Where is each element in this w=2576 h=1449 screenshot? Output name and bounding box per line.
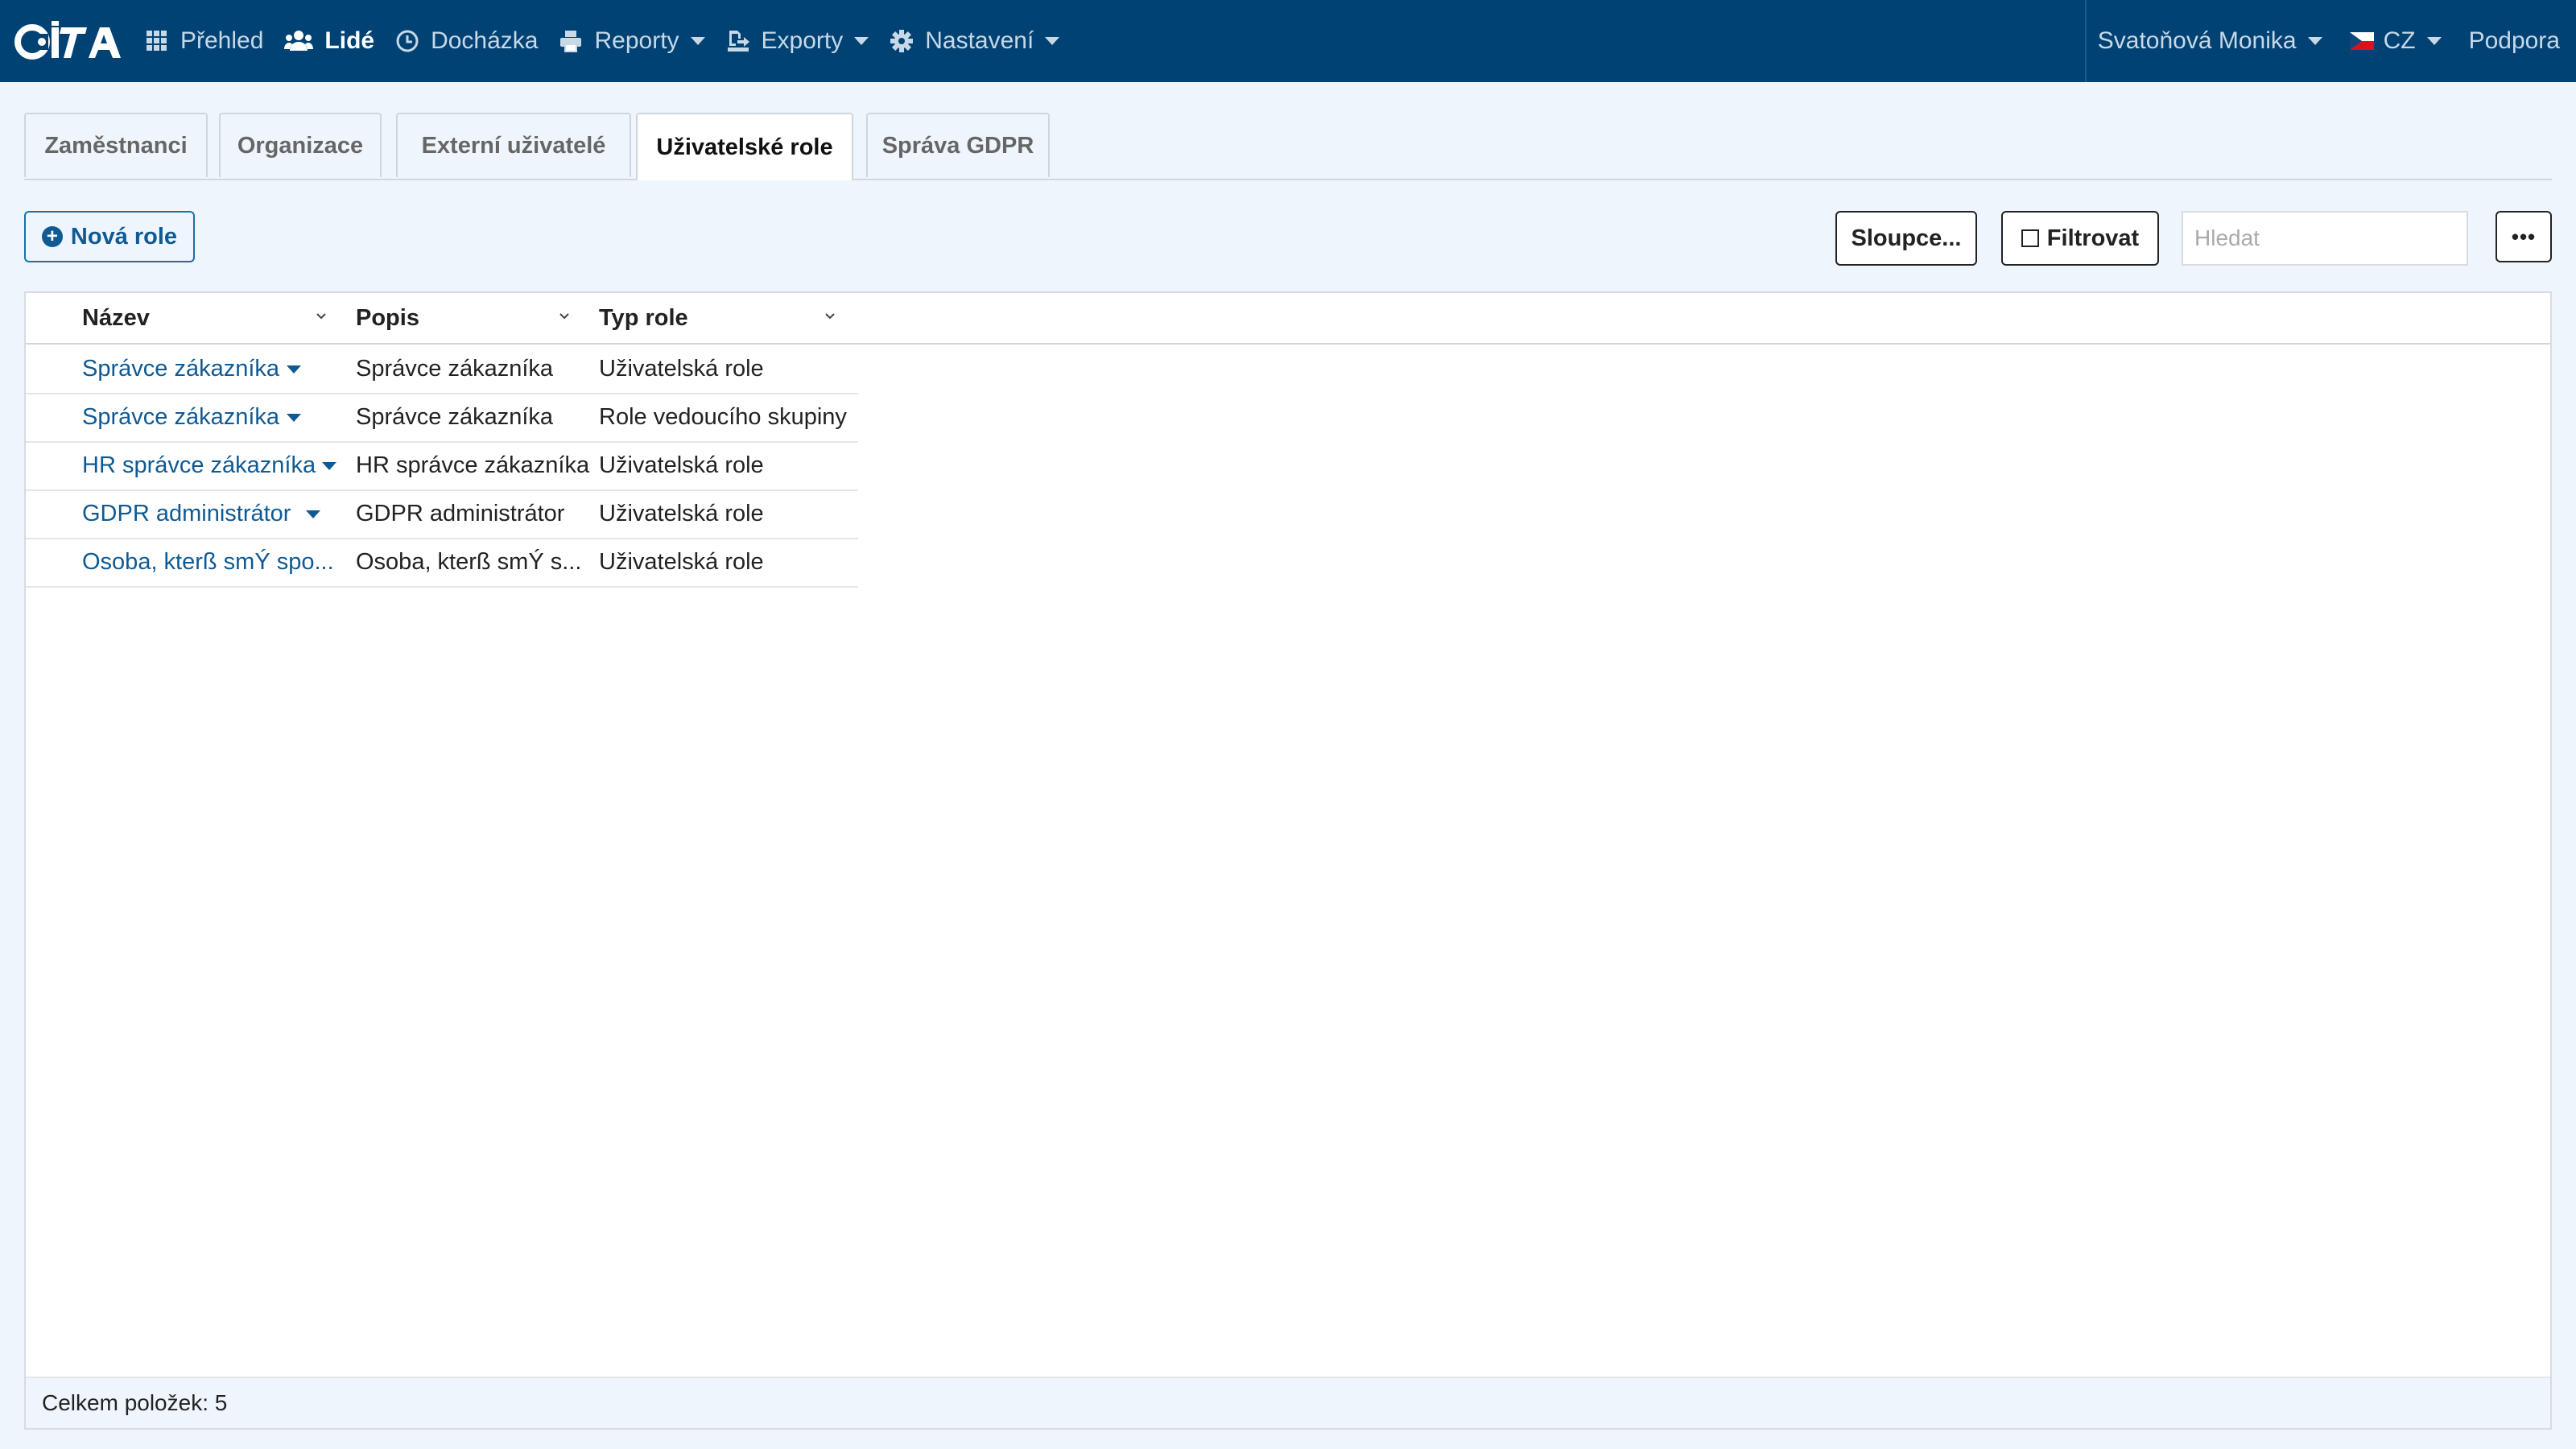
column-label: Název [82, 304, 150, 331]
checkbox-icon [2021, 229, 2039, 247]
column-header-popis[interactable]: Popis [356, 293, 419, 343]
nav-item-reporty[interactable]: Reporty [559, 27, 705, 55]
nav-label: Docházka [431, 27, 539, 54]
role-description: GDPR administrátor [356, 501, 565, 526]
new-role-label: Nová role [70, 223, 178, 250]
role-name-link[interactable]: Správce zákazníka [82, 345, 308, 393]
clock-icon [396, 30, 419, 52]
table-header: Název Popis Typ role [26, 293, 2550, 345]
role-description: Osoba, kterß smÝ s... [356, 549, 582, 575]
nav-label: Lidé [324, 27, 375, 54]
columns-label: Sloupce... [1851, 225, 1962, 251]
caret-down-icon[interactable] [287, 414, 301, 422]
navbar-right: Svatoňová Monika CZ Podpora [2084, 0, 2576, 82]
new-role-button[interactable]: + Nová role [24, 211, 195, 262]
more-options-button[interactable]: ••• [2496, 211, 2552, 262]
table-row[interactable]: HR správce zákazníka HR správce zákazník… [26, 441, 858, 491]
tab-label: Uživatelské role [656, 134, 833, 160]
role-type: Uživatelská role [599, 452, 764, 478]
printer-icon [560, 31, 582, 52]
table-row[interactable]: Správce zákazníka Správce zákazníka Role… [26, 393, 858, 443]
role-type: Uživatelská role [599, 501, 764, 526]
users-icon [284, 31, 314, 51]
language-menu[interactable]: CZ [2349, 27, 2442, 55]
grid-icon [147, 31, 167, 51]
user-name: Svatoňová Monika [2097, 27, 2297, 54]
caret-down-icon[interactable] [322, 462, 336, 470]
export-icon [727, 31, 749, 52]
language-label: CZ [2383, 27, 2416, 54]
role-name-link[interactable]: Správce zákazníka [82, 393, 308, 441]
role-description: Správce zákazníka [356, 356, 554, 382]
columns-button[interactable]: Sloupce... [1835, 211, 1977, 266]
caret-down-icon[interactable] [306, 510, 320, 518]
chevron-down-icon [854, 37, 869, 45]
chevron-down-icon[interactable] [559, 311, 570, 322]
filter-button[interactable]: Filtrovat [2001, 211, 2159, 266]
tab-uzivatelske-role[interactable]: Uživatelské role [636, 113, 853, 180]
user-menu[interactable]: Svatoňová Monika [2098, 27, 2322, 55]
people-tabs: Zaměstnanci Organizace Externí uživatelé… [24, 113, 2552, 180]
role-name-link[interactable]: GDPR administrátor [82, 489, 316, 538]
tab-zamestnanci[interactable]: Zaměstnanci [24, 113, 208, 177]
table-row[interactable]: Osoba, kterß smÝ spo... Osoba, kterß smÝ… [26, 538, 858, 588]
tab-label: Externí uživatelé [421, 132, 606, 159]
role-type: Uživatelská role [599, 356, 764, 382]
nav-label: Přehled [180, 27, 264, 54]
ellipsis-icon: ••• [2511, 224, 2537, 249]
nav-label: Reporty [594, 27, 679, 54]
table-row[interactable]: Správce zákazníka Správce zákazníka Uživ… [26, 345, 858, 394]
tab-label: Správa GDPR [881, 132, 1034, 159]
column-label: Typ role [599, 304, 688, 331]
top-navbar: Přehled Lidé Docházka Reporty Exporty Na… [0, 0, 2576, 82]
role-description: HR správce zákazníka [356, 452, 590, 478]
column-label: Popis [356, 304, 419, 331]
chevron-down-icon[interactable] [316, 311, 327, 322]
support-link[interactable]: Podpora [2469, 27, 2560, 55]
roles-table: Název Popis Typ role Správce zákazníka S… [24, 291, 2552, 1430]
role-name-link[interactable]: HR správce zákazníka [82, 441, 324, 489]
search-input[interactable] [2182, 211, 2468, 266]
nav-item-lide[interactable]: Lidé [284, 27, 374, 55]
filter-label: Filtrovat [2046, 225, 2140, 251]
tab-label: Organizace [237, 132, 364, 159]
chevron-down-icon [2426, 37, 2442, 45]
chevron-down-icon [690, 37, 705, 45]
nav-item-prehled[interactable]: Přehled [145, 27, 263, 55]
chevron-down-icon [1045, 37, 1060, 45]
role-description: Správce zákazníka [356, 404, 554, 430]
chevron-down-icon [2307, 37, 2322, 45]
nav-item-nastaveni[interactable]: Nastavení [890, 27, 1060, 55]
plus-circle-icon: + [41, 226, 63, 247]
nav-item-dochazka[interactable]: Docházka [395, 27, 538, 55]
support-label: Podpora [2468, 27, 2560, 54]
role-type: Role vedoucího skupiny [599, 404, 847, 430]
column-header-nazev[interactable]: Název [82, 293, 150, 343]
role-name-link[interactable]: Osoba, kterß smÝ spo... [82, 538, 356, 586]
table-footer: Celkem položek: 5 [26, 1377, 2550, 1428]
chevron-down-icon[interactable] [824, 311, 836, 322]
role-type: Uživatelská role [599, 549, 764, 575]
czech-flag-icon [2349, 32, 2374, 50]
nav-label: Nastavení [925, 27, 1034, 54]
tab-sprava-gdpr[interactable]: Správa GDPR [866, 113, 1050, 177]
column-header-typ-role[interactable]: Typ role [599, 293, 688, 343]
tab-externi-uzivatele[interactable]: Externí uživatelé [396, 113, 631, 177]
table-row[interactable]: GDPR administrátor GDPR administrátor Už… [26, 489, 858, 539]
nav-item-exporty[interactable]: Exporty [726, 27, 869, 55]
cita-logo[interactable] [14, 21, 122, 63]
total-items-count: Celkem položek: 5 [42, 1390, 228, 1415]
tab-organizace[interactable]: Organizace [219, 113, 382, 177]
caret-down-icon[interactable] [287, 365, 301, 374]
nav-label: Exporty [761, 27, 844, 54]
gear-icon [890, 30, 914, 52]
tab-label: Zaměstnanci [44, 132, 188, 159]
